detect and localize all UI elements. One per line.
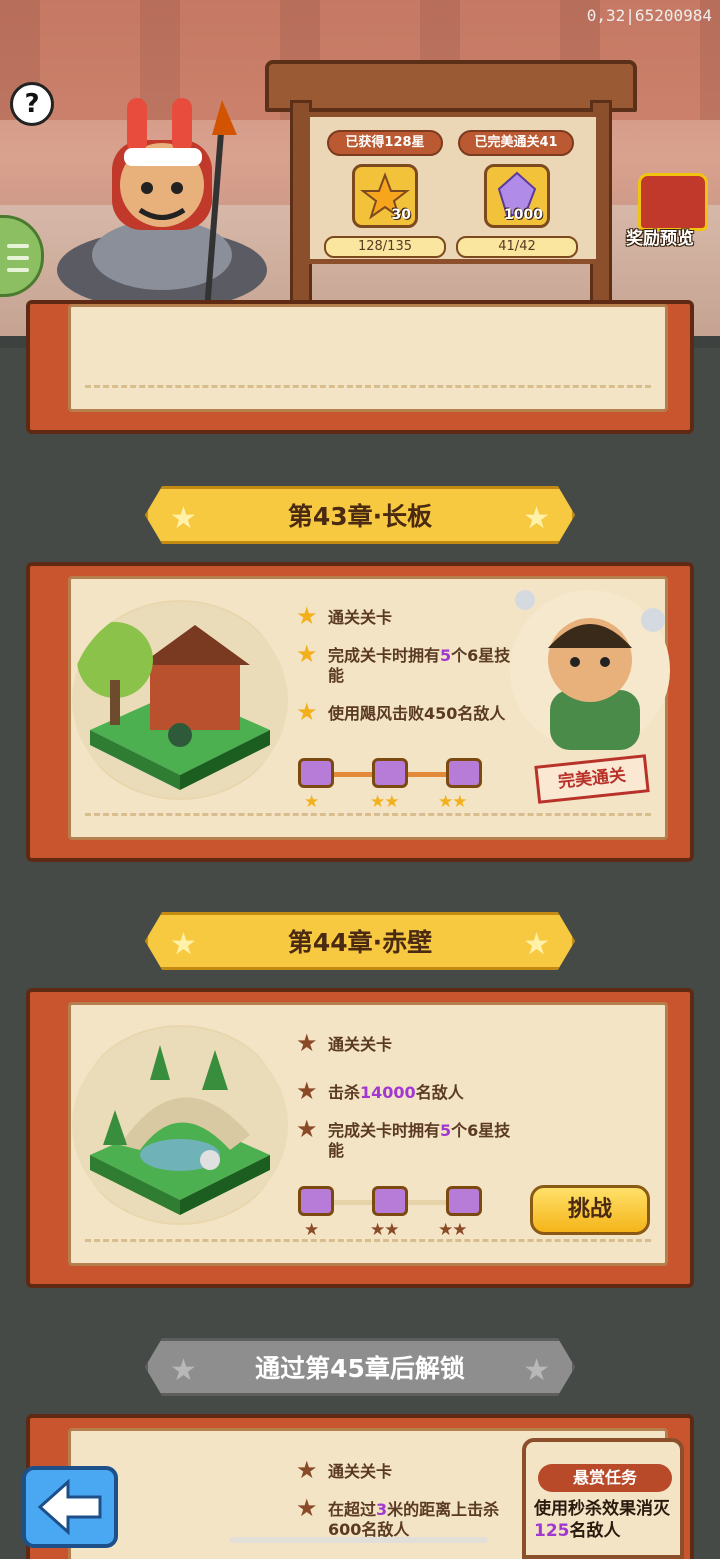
general-portrait-art xyxy=(510,590,670,750)
star-unearned-icon: ★ xyxy=(296,1029,318,1057)
chapter-banner: ★ 第44章·赤壁 ★ xyxy=(145,912,575,970)
chest-reward-row: ★ ★★ ★★ xyxy=(298,758,498,816)
menu-line-icon xyxy=(7,256,29,260)
task-text: 使用飓风击败450名敌人 xyxy=(328,704,506,723)
chest-star-requirement: ★★ xyxy=(370,1220,400,1240)
task-item: ★ 完成关卡时拥有5个6星技能 xyxy=(296,640,516,686)
task-text: 在超过 xyxy=(328,1500,377,1519)
task-item: ★ 击杀14000名敌人 xyxy=(296,1077,516,1105)
crystal-reward[interactable]: 1000 xyxy=(484,164,550,228)
bounty-description: 使用秒杀效果消灭125名敌人 xyxy=(534,1498,680,1542)
star-unearned-icon: ★ xyxy=(296,1456,318,1484)
task-list: ★ 通关关卡 ★ 完成关卡时拥有5个6星技能 ★ 使用飓风击败450名敌人 xyxy=(296,602,516,742)
reward-chest-icon[interactable] xyxy=(298,758,334,788)
star-shard-count: 30 xyxy=(391,207,411,223)
chapter-scene-house xyxy=(70,600,290,800)
task-item: ★ 通关关卡 xyxy=(296,602,516,630)
reward-preview-button[interactable]: 奖励预览 xyxy=(626,224,694,249)
star-earned-icon: ★ xyxy=(296,640,318,668)
chest-star-requirement: ★★ xyxy=(438,792,468,812)
chapter-title: 通过第45章后解锁 xyxy=(255,1354,465,1383)
book-page xyxy=(68,304,668,412)
star-unearned-icon: ★ xyxy=(296,1494,318,1522)
crystal-count: 1000 xyxy=(504,207,543,223)
task-text: 通关关卡 xyxy=(328,1035,393,1054)
bounty-title: 悬赏任务 xyxy=(538,1464,672,1492)
task-highlight: 14000 xyxy=(360,1083,416,1102)
page-border-pattern xyxy=(85,385,651,399)
star-unearned-icon: ★ xyxy=(296,1115,318,1143)
task-list: ★ 通关关卡 ★ 在超过3米的距离上击杀600名敌人 xyxy=(296,1456,516,1558)
star-shard-reward[interactable]: 30 xyxy=(352,164,418,228)
task-text: 完成关卡时拥有 xyxy=(328,646,441,665)
stars-earned-title: 已获得128星 xyxy=(327,130,443,156)
chest-star-requirement: ★★ xyxy=(438,1220,468,1240)
back-button[interactable] xyxy=(22,1466,118,1548)
chapter-title: 第43章·长板 xyxy=(287,502,433,531)
star-earned-icon: ★ xyxy=(296,698,318,726)
reward-chest-icon[interactable] xyxy=(298,1186,334,1216)
bounty-highlight: 125 xyxy=(534,1521,570,1541)
task-highlight: 3 xyxy=(376,1500,388,1519)
treasure-chest-icon[interactable] xyxy=(638,173,708,231)
task-highlight: 5 xyxy=(440,646,452,665)
task-item: ★ 使用飓风击败450名敌人 xyxy=(296,698,516,726)
task-list: ★ 通关关卡 ★ 击杀14000名敌人 ★ 完成关卡时拥有5个6星技能 xyxy=(296,1029,516,1179)
challenge-button[interactable]: 挑战 xyxy=(530,1185,650,1235)
board-roof xyxy=(265,60,637,112)
chapter-card-previous xyxy=(26,300,694,434)
home-indicator[interactable] xyxy=(230,1537,488,1543)
task-item: ★ 通关关卡 xyxy=(296,1456,516,1484)
task-text: 击杀 xyxy=(328,1083,361,1102)
task-text: 完成关卡时拥有 xyxy=(328,1121,441,1140)
banner-star-icon: ★ xyxy=(523,501,550,536)
task-text: 通关关卡 xyxy=(328,1462,393,1481)
chest-reward-row: ★ ★★ ★★ xyxy=(298,1186,498,1244)
bounty-text: 使用秒杀效果消灭 xyxy=(534,1499,670,1519)
hero-character-art xyxy=(57,98,267,311)
chapter-banner-locked: ★ 通过第45章后解锁 ★ xyxy=(145,1338,575,1396)
bounty-text: 名敌人 xyxy=(569,1521,621,1541)
reward-chest-icon[interactable] xyxy=(372,758,408,788)
banner-star-icon: ★ xyxy=(170,501,197,536)
star-earned-icon: ★ xyxy=(296,602,318,630)
stars-progress-bar: 128/135 xyxy=(324,236,446,258)
reward-chest-icon[interactable] xyxy=(446,1186,482,1216)
banner-star-icon: ★ xyxy=(523,927,550,962)
task-text: 名敌人 xyxy=(415,1083,464,1102)
chest-star-requirement: ★★ xyxy=(370,792,400,812)
task-item: ★ 通关关卡 xyxy=(296,1029,516,1057)
bounty-task-panel[interactable]: 悬赏任务 使用秒杀效果消灭125名敌人 xyxy=(522,1438,684,1559)
chapter-banner: ★ 第43章·长板 ★ xyxy=(145,486,575,544)
banner-star-icon: ★ xyxy=(523,1353,550,1388)
chest-star-requirement: ★ xyxy=(304,792,319,812)
perfect-clear-title: 已完美通关41 xyxy=(458,130,574,156)
chapter-scene-cave xyxy=(70,1025,290,1225)
task-item: ★ 完成关卡时拥有5个6星技能 xyxy=(296,1115,516,1161)
back-arrow-icon xyxy=(37,1478,102,1536)
chapter-header-scene: 0,32|65200984 ? 已获得128星 30 128/135 已完美通关… xyxy=(0,0,720,348)
chest-star-requirement: ★ xyxy=(304,1220,319,1240)
task-text: 通关关卡 xyxy=(328,608,393,627)
banner-star-icon: ★ xyxy=(170,1353,197,1388)
banner-star-icon: ★ xyxy=(170,927,197,962)
debug-id-text: 0,32|65200984 xyxy=(586,6,712,25)
task-highlight: 5 xyxy=(440,1121,452,1140)
menu-line-icon xyxy=(7,244,29,248)
star-unearned-icon: ★ xyxy=(296,1077,318,1105)
task-item: ★ 在超过3米的距离上击杀600名敌人 xyxy=(296,1494,516,1540)
reward-chest-icon[interactable] xyxy=(446,758,482,788)
menu-line-icon xyxy=(7,268,29,272)
reward-chest-icon[interactable] xyxy=(372,1186,408,1216)
perfect-progress-bar: 41/42 xyxy=(456,236,578,258)
chapter-title: 第44章·赤壁 xyxy=(287,928,433,957)
